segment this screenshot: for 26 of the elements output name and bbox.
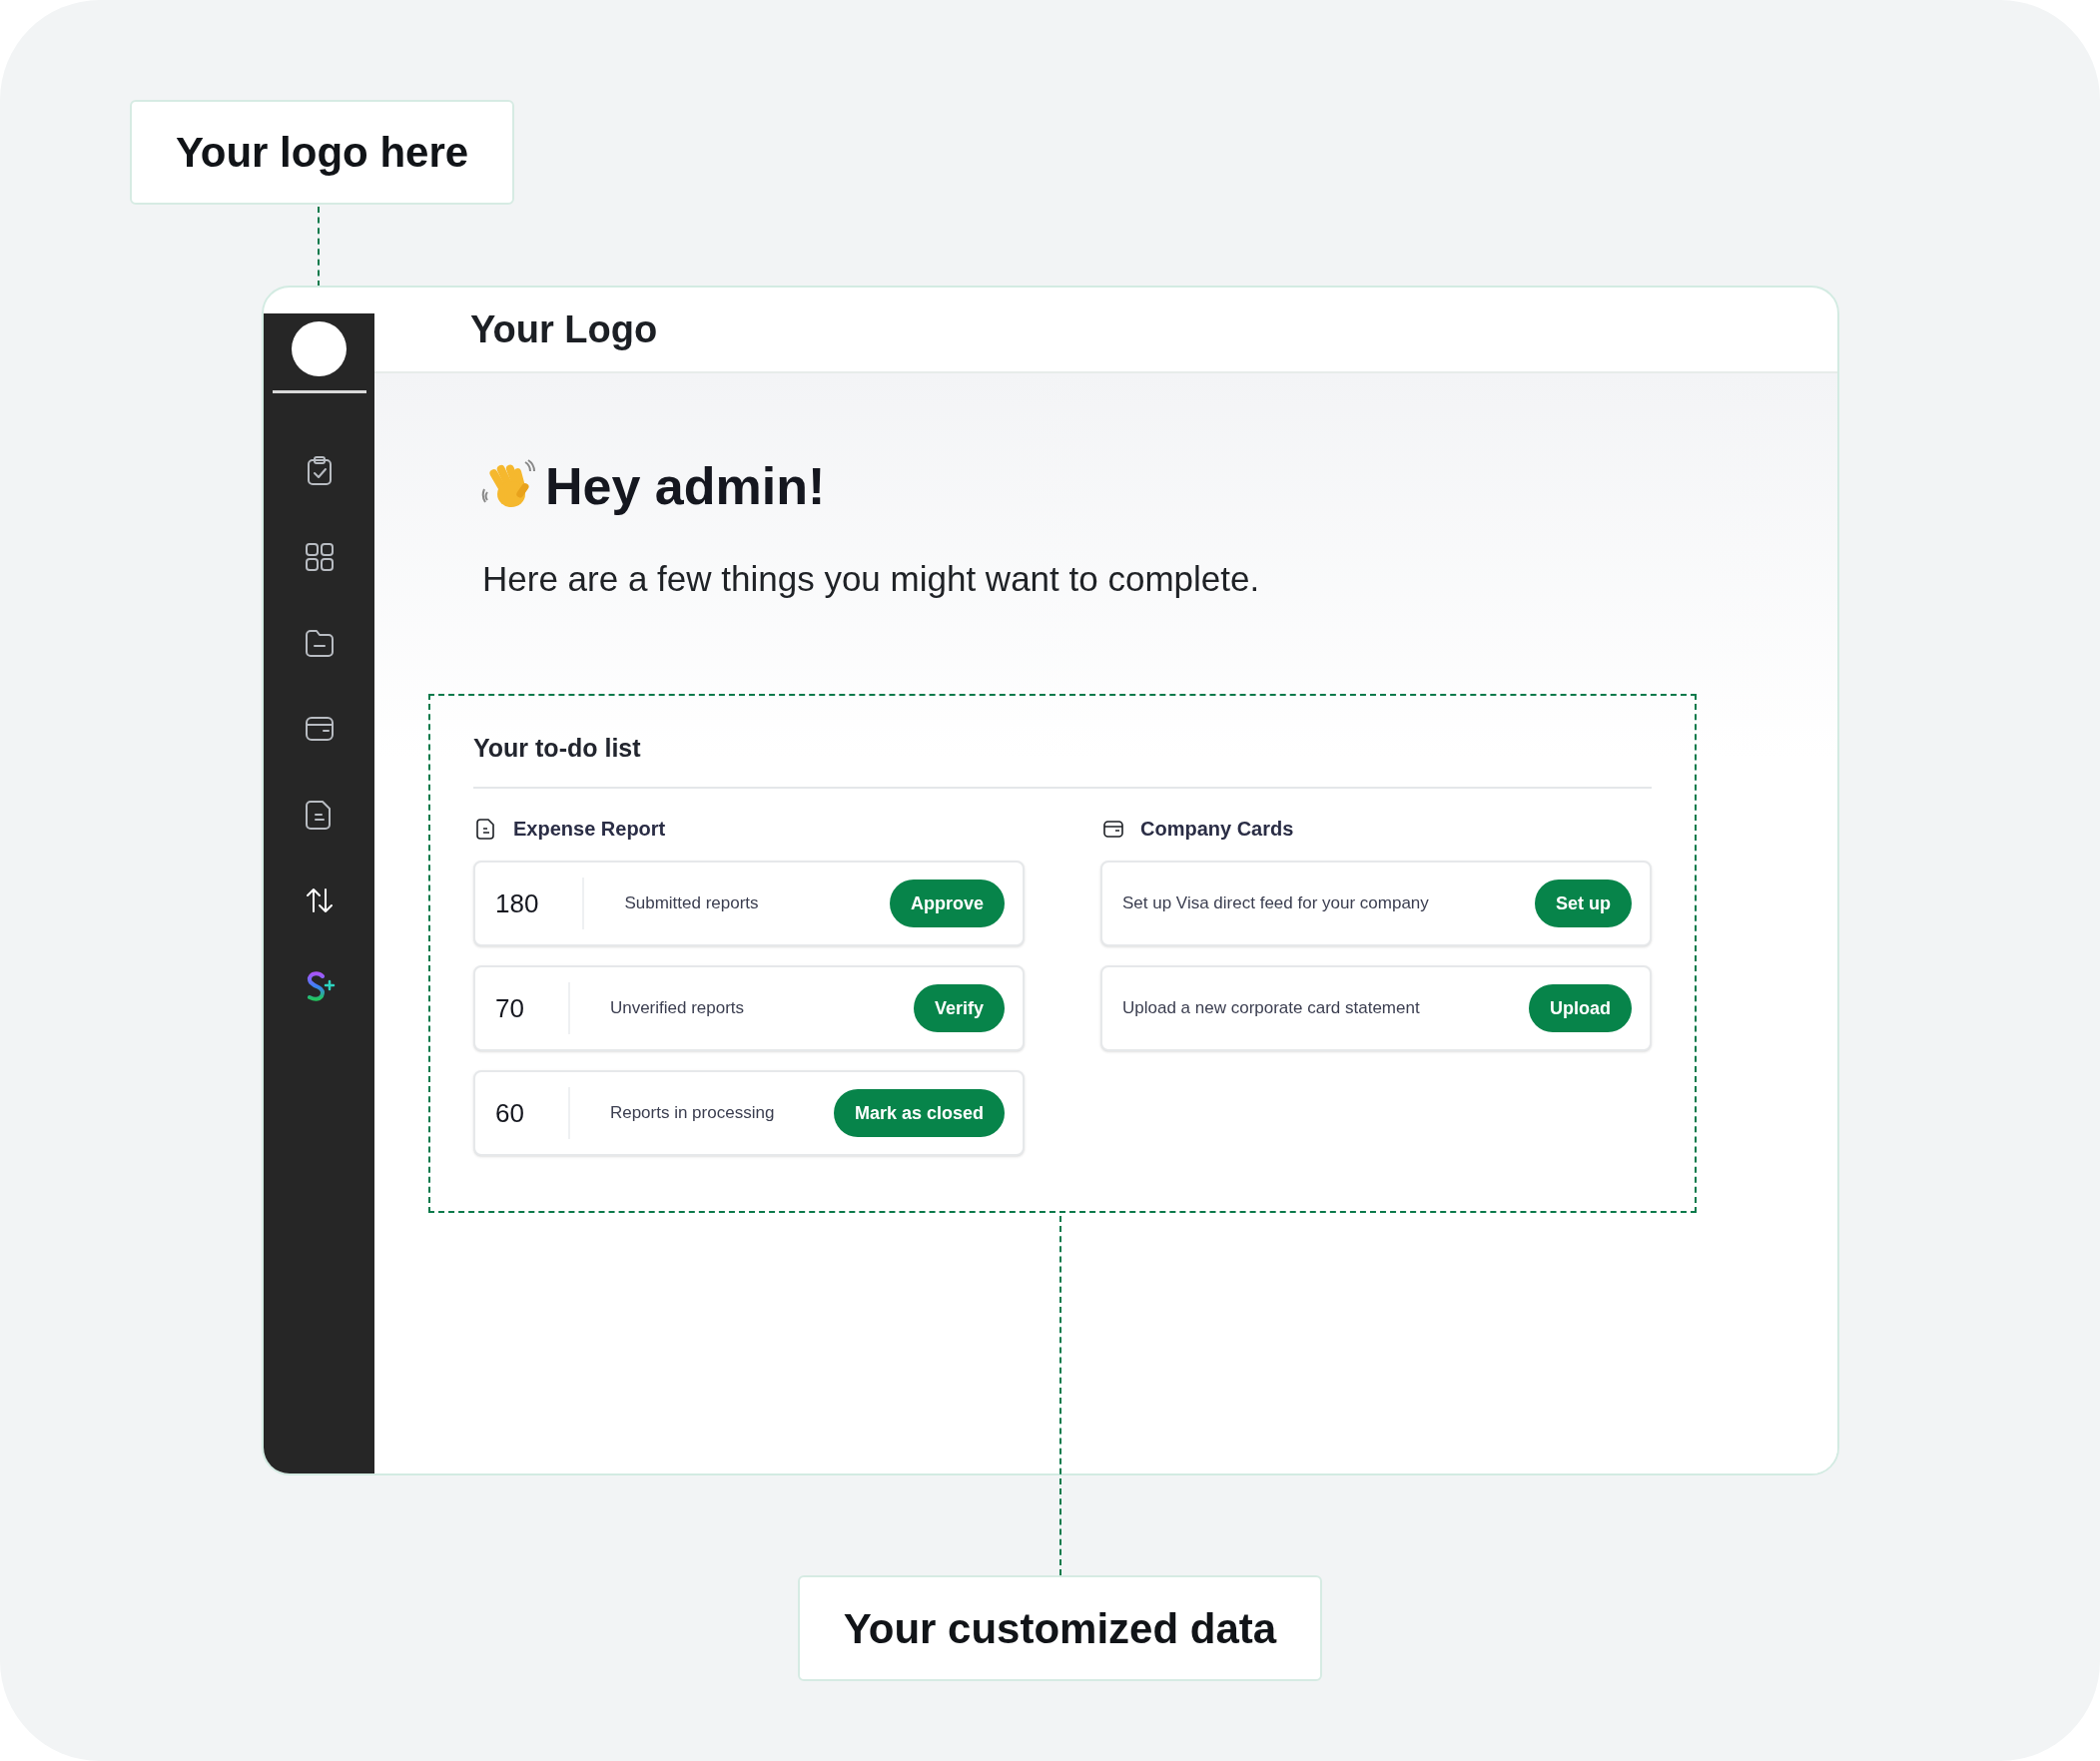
task-count: 70 bbox=[495, 991, 524, 1025]
grid-icon[interactable] bbox=[303, 541, 336, 573]
action-button[interactable]: Set up bbox=[1535, 880, 1632, 927]
action-button[interactable]: Approve bbox=[890, 880, 1005, 927]
task-count: 60 bbox=[495, 1096, 524, 1130]
todo-title: Your to-do list bbox=[473, 732, 642, 764]
greeting-subtitle: Here are a few things you might want to complete. bbox=[481, 558, 1261, 600]
task-label: Upload a new corporate card statement bbox=[1122, 997, 1420, 1020]
action-button[interactable]: Upload bbox=[1529, 984, 1632, 1032]
logo-placeholder-icon bbox=[292, 321, 347, 376]
action-button[interactable]: Verify bbox=[913, 984, 1005, 1032]
greeting-title: Hey admin! bbox=[545, 456, 826, 517]
action-button[interactable]: Mark as closed bbox=[833, 1089, 1005, 1137]
task-label: Submitted reports bbox=[624, 892, 759, 915]
callout-label: Your customized data bbox=[843, 1603, 1277, 1654]
section-title: Expense Report bbox=[513, 817, 666, 842]
callout-label: Your logo here bbox=[175, 128, 469, 178]
logo-text: Your Logo bbox=[470, 306, 658, 352]
task-label: Reports in processing bbox=[609, 1102, 775, 1125]
document-icon bbox=[475, 818, 497, 840]
task-label: Unverified reports bbox=[609, 997, 745, 1020]
task-count: 180 bbox=[495, 886, 539, 920]
section-title: Company Cards bbox=[1140, 817, 1294, 842]
credit-card-icon bbox=[1102, 818, 1124, 840]
task-label: Set up Visa direct feed for your company bbox=[1122, 892, 1429, 915]
folder-icon[interactable] bbox=[303, 627, 336, 659]
